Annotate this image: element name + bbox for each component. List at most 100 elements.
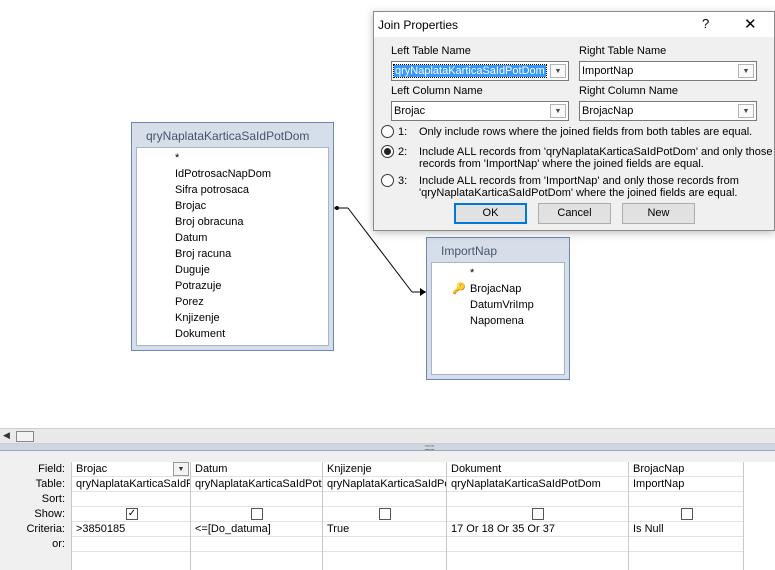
grid-cell-sort[interactable] (629, 492, 743, 507)
grid-cell-text: qryNaplataKarticaSaIdPotDom (327, 478, 446, 490)
field-list-item[interactable]: IdPotrosacNapDom (137, 166, 328, 182)
field-list-item[interactable]: Knjizenje (137, 310, 328, 326)
field-list-item[interactable]: * (432, 265, 564, 281)
grid-column-dokument[interactable]: Dokument qryNaplataKarticaSaIdPotDom 17 Or… (446, 462, 628, 570)
grid-cell-show[interactable] (191, 507, 322, 522)
grid-cell-show[interactable] (629, 507, 743, 522)
scroll-thumb[interactable] (16, 431, 34, 442)
grid-column-empty[interactable] (743, 462, 775, 570)
grid-cell-or[interactable] (72, 537, 190, 552)
field-list-item[interactable]: Duguje (137, 262, 328, 278)
grid-cell-criteria[interactable]: >3850185 (72, 522, 190, 537)
join-option-1-number: 1: (398, 126, 408, 138)
new-button[interactable]: New (622, 203, 695, 224)
field-list-item[interactable]: DatumVriImp (432, 297, 564, 313)
field-name: DatumVriImp (470, 299, 534, 311)
chevron-down-icon[interactable]: ▼ (173, 462, 189, 476)
chevron-down-icon[interactable]: ▼ (550, 64, 566, 78)
grid-cell-field[interactable]: Brojac ▼ (72, 462, 190, 477)
grid-cell-table[interactable]: qryNaplataKarticaSaIdPotDom (447, 477, 628, 492)
grid-cell-field[interactable]: BrojacNap (629, 462, 743, 477)
field-name: Brojac (175, 200, 207, 212)
grid-cell-show[interactable]: ✓ (72, 507, 190, 522)
grid-cell-criteria[interactable]: Is Null (629, 522, 743, 537)
grid-cell-text: Is Null (633, 523, 664, 535)
chevron-down-icon[interactable]: ▼ (550, 104, 566, 118)
right-column-combo[interactable]: BrojacNap ▼ (579, 101, 757, 121)
join-option-3-radio[interactable] (381, 174, 394, 187)
grid-cell-text: qryNaplataKarticaSaIdPotDom (76, 478, 190, 490)
left-column-combo[interactable]: Brojac ▼ (391, 101, 569, 121)
grid-row-label: Field: (38, 463, 65, 475)
field-name: Sifra potrosaca (175, 184, 249, 196)
field-list-table2[interactable]: ImportNap * 🔑 BrojacNap DatumVriImp Napomena (426, 237, 570, 380)
field-list-item[interactable]: 🔑 BrojacNap (432, 281, 564, 297)
grid-cell-text: Knjizenje (327, 463, 372, 475)
field-list-item[interactable]: Napomena (432, 313, 564, 329)
join-option-1-radio[interactable] (381, 125, 394, 138)
field-list-item[interactable]: Broj racuna (137, 246, 328, 262)
chevron-down-icon[interactable]: ▼ (738, 64, 754, 78)
right-table-combo[interactable]: ImportNap ▼ (579, 61, 757, 81)
field-list-table1[interactable]: qryNaplataKarticaSaIdPotDom * IdPotrosacN… (131, 122, 334, 351)
grid-cell-text: qryNaplataKarticaSaIdPotDom (451, 478, 601, 490)
help-icon[interactable]: ? (702, 16, 709, 31)
splitter-grip-icon[interactable]: :::::::: (424, 444, 435, 452)
join-option-3-text[interactable]: Include ALL records from 'ImportNap' and… (419, 175, 739, 187)
grid-cell-field[interactable]: Datum (191, 462, 322, 477)
grid-cell-table[interactable]: qryNaplataKarticaSaIdPotDom (72, 477, 190, 492)
grid-cell-or[interactable] (447, 537, 628, 552)
field-list-item[interactable]: Broj obracuna (137, 214, 328, 230)
chevron-down-icon[interactable]: ▼ (738, 104, 754, 118)
grid-cell-field[interactable]: Knjizenje (323, 462, 446, 477)
grid-cell-criteria[interactable]: 17 Or 18 Or 35 Or 37 (447, 522, 628, 537)
show-checkbox[interactable] (532, 508, 544, 520)
field-list-item[interactable]: Porez (137, 294, 328, 310)
field-list-item[interactable]: Brojac (137, 198, 328, 214)
ok-button[interactable]: OK (454, 203, 527, 224)
grid-cell-criteria[interactable]: True (323, 522, 446, 537)
grid-cell-table[interactable]: ImportNap (629, 477, 743, 492)
field-list-item[interactable]: Potrazuje (137, 278, 328, 294)
scroll-left-icon[interactable]: ◀ (3, 430, 10, 441)
grid-cell-sort[interactable] (191, 492, 322, 507)
show-checkbox[interactable] (379, 508, 391, 520)
table2-title[interactable]: ImportNap (431, 238, 565, 262)
show-checkbox[interactable] (251, 508, 263, 520)
grid-column-brojac[interactable]: Brojac ▼ qryNaplataKarticaSaIdPotDom ✓ >3850… (71, 462, 190, 570)
left-table-combo[interactable]: qryNaplataKarticaSaIdPotDom ▼ (391, 61, 569, 81)
grid-cell-table[interactable]: qryNaplataKarticaSaIdPotDom (323, 477, 446, 492)
show-checkbox[interactable] (681, 508, 693, 520)
designer-horizontal-scrollbar[interactable]: ◀ (0, 428, 775, 444)
grid-cell-sort[interactable] (447, 492, 628, 507)
grid-cell-or[interactable] (323, 537, 446, 552)
grid-cell-criteria[interactable]: <=[Do_datuma] (191, 522, 322, 537)
close-icon[interactable]: ✕ (744, 15, 757, 33)
grid-cell-table[interactable]: qryNaplataKarticaSaIdPotDom (191, 477, 322, 492)
grid-column-knjizenje[interactable]: Knjizenje qryNaplataKarticaSaIdPotDom True (322, 462, 446, 570)
field-list-item[interactable]: Sifra potrosaca (137, 182, 328, 198)
grid-cell-field[interactable]: Dokument (447, 462, 628, 477)
join-option-3-text-line2[interactable]: 'qryNaplataKarticaSaIdPotDom' where the … (419, 187, 738, 199)
right-table-value: ImportNap (582, 65, 634, 77)
grid-cell-or[interactable] (629, 537, 743, 552)
grid-cell-show[interactable] (323, 507, 446, 522)
join-option-1-text[interactable]: Only include rows where the joined field… (419, 126, 752, 138)
grid-column-datum[interactable]: Datum qryNaplataKarticaSaIdPotDom <=[Do_da… (190, 462, 322, 570)
grid-cell-or[interactable] (191, 537, 322, 552)
show-checkbox[interactable]: ✓ (126, 508, 138, 520)
grid-cell-sort[interactable] (323, 492, 446, 507)
join-option-2-text[interactable]: Include ALL records from 'qryNaplataKart… (419, 146, 773, 158)
join-option-2-radio[interactable] (381, 145, 394, 158)
pane-splitter[interactable]: :::::::: (0, 444, 775, 452)
grid-column-brojacnap[interactable]: BrojacNap ImportNap Is Null (628, 462, 743, 570)
cancel-button[interactable]: Cancel (538, 203, 611, 224)
field-list-item[interactable]: Datum (137, 230, 328, 246)
field-list-item[interactable]: Dokument (137, 326, 328, 342)
right-table-label: Right Table Name (579, 45, 667, 57)
table1-title[interactable]: qryNaplataKarticaSaIdPotDom (136, 123, 329, 147)
join-option-2-text-line2[interactable]: records from 'ImportNap' where the joine… (419, 158, 704, 170)
grid-cell-show[interactable] (447, 507, 628, 522)
field-list-item[interactable]: * (137, 150, 328, 166)
grid-cell-sort[interactable] (72, 492, 190, 507)
